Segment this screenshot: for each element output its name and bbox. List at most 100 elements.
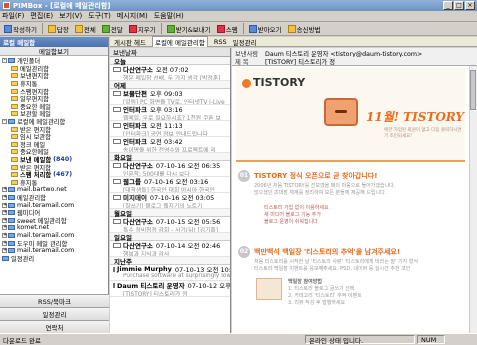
folder-item[interactable]: 임시 보관함: [0, 133, 108, 141]
message-row[interactable]: 보물단편 오후 09:03 [알림] PC 화면을 TV로, 인터넷TV i-Liv…: [110, 89, 230, 105]
folder-item[interactable]: 받은 편지함: [0, 125, 108, 133]
subject-label: 제 목: [235, 58, 249, 66]
folder-item[interactable]: + sweet 메일관리함: [0, 216, 108, 224]
collapse-icon[interactable]: -: [2, 58, 7, 64]
folder-item[interactable]: 일정관리: [0, 254, 108, 262]
message-row[interactable]: 인터파크 오전 11:13 [인터파크] 공연 정보 안내드립니다: [110, 121, 230, 137]
section-1-number: 01: [238, 170, 250, 182]
scrollbar-thumb[interactable]: [470, 70, 476, 110]
folder-item[interactable]: 일부편지함: [0, 95, 108, 103]
tab-schedule[interactable]: 일정관리: [233, 37, 257, 47]
folder-item[interactable]: 받은 편지함: [0, 163, 108, 171]
message-preview: [TISTORY] 티스토리가 정: [123, 292, 188, 296]
folder-label: 중요한메일: [20, 149, 49, 156]
folder-label: 휴지통: [20, 179, 38, 187]
folder-label: 휴지통: [20, 81, 38, 88]
folder-item[interactable]: + mail.teramail.com: [0, 201, 108, 209]
contacts-button[interactable]: 연락처: [0, 320, 109, 333]
folder-item[interactable]: + komet.net: [0, 224, 108, 232]
compose-button[interactable]: 작성하기: [2, 23, 39, 35]
message-row[interactable]: 다산연구소 오전 07:02 행운 메일함 선배. 두 가지 생각 [박정훈]: [110, 65, 230, 81]
menu-message[interactable]: 메시지(M): [117, 11, 148, 21]
folder-item[interactable]: 휴지통: [0, 179, 108, 187]
tab-board[interactable]: 게시판 헤드: [114, 37, 146, 47]
section-2-item: 2. 카테고리 '티스토리' 추억 이벤트: [288, 293, 362, 299]
folder-view-label[interactable]: 메일함보기: [0, 47, 108, 56]
menu-file[interactable]: 파일(F): [2, 11, 24, 21]
expand-icon[interactable]: +: [2, 225, 7, 231]
message-row[interactable]: 다산연구소 07-10-14 오전 02:46 행복과 지식과 감사: [110, 241, 230, 257]
reply-all-label: 전체: [83, 25, 96, 34]
send-settings-button[interactable]: 송신방법: [286, 23, 323, 35]
reply-all-button[interactable]: 전체: [73, 23, 98, 35]
message-row[interactable]: Daum 티스토리 운영자 07-10-12 오후 [TISTORY] 티스토리가 …: [110, 281, 230, 297]
maximize-button[interactable]: □: [454, 1, 464, 10]
reading-scrollbar[interactable]: [469, 66, 477, 333]
folder-item[interactable]: 스팸 처리함 (467): [0, 171, 108, 179]
message-row[interactable]: 인터파크 오전 03:42 송이명을 위한 전영수와 프로젝트에 리: [110, 137, 230, 153]
folder-item[interactable]: + 도우미 메일 관리함: [0, 239, 108, 247]
tab-local-mail[interactable]: 로컬에 메일관리함: [151, 36, 208, 47]
folder-item[interactable]: + mail.teramail.com: [0, 232, 108, 240]
message-preview: 인문학: 500대를 다시 보다: [123, 172, 190, 176]
send-receive-button[interactable]: 받기&보내기: [165, 23, 213, 35]
folder-item[interactable]: + mail.bartwo.net: [0, 186, 108, 194]
folder-label: 중요한 메일: [20, 103, 51, 111]
folder-icon: [11, 179, 18, 185]
message-row[interactable]: 인터파크 오후 03:16 웹메일, 우로 필요하시죠? 1천원 쿠폰 보: [110, 105, 230, 121]
section-2-line: 처음 티스토리를 시작한 날 '티스토리 사랑' '티스토리에게 바라는 말' …: [254, 259, 418, 265]
schedule-button[interactable]: 일정관리: [0, 307, 109, 320]
menu-help[interactable]: 도움말(H): [154, 11, 184, 21]
section-2: 02 백만백석 백일장 '티스토리의 추억'을 남겨주세요! 처음 티스토리를 …: [236, 246, 465, 332]
folder-item[interactable]: + 메일관리함: [0, 194, 108, 201]
folder-label: 스팸 처리함: [20, 172, 52, 179]
list-column-header[interactable]: 보낸날짜: [110, 48, 230, 57]
folder-item[interactable]: 보낸 메일함 (840): [0, 156, 108, 163]
message-row[interactable]: 웹그룹 07-10-16 오전 03:16 [대학생들] 한국인 대회 아시아 한국…: [110, 177, 230, 193]
expand-icon[interactable]: +: [2, 187, 7, 193]
expand-icon[interactable]: +: [2, 210, 7, 216]
menu-edit[interactable]: 편집(E): [30, 11, 53, 21]
folder-item[interactable]: 메일관리함: [0, 65, 108, 72]
message-row[interactable]: 미지데이 07-10-16 오전 03:05 [잘쓰기] 블로그 웹지기의 노트기: [110, 193, 230, 209]
folder-item[interactable]: + 웹미디어: [0, 209, 108, 216]
folder-item[interactable]: 정크 메일: [0, 141, 108, 148]
expand-icon[interactable]: +: [2, 232, 7, 238]
menu-view[interactable]: 보기(V): [59, 11, 82, 21]
receive-button[interactable]: 받아오기: [247, 23, 284, 35]
newsletter-subtext: 매한 가입된 회원이 없고 다음 클릭하시면 기 조인되세요!: [384, 128, 462, 139]
expand-icon[interactable]: +: [2, 248, 7, 254]
section-2-line: 티스토리 백일장 이벤트를 응모해주세요. PSD, 네이버 등 실시간 추천 …: [254, 266, 411, 272]
message-row[interactable]: Jimmie Murphy07-10-13 오전 10:57Purchase s…: [110, 265, 230, 281]
folder-item[interactable]: 중요한메일: [0, 148, 108, 156]
delete-button[interactable]: 지우기: [127, 23, 158, 35]
expand-icon[interactable]: +: [2, 202, 7, 208]
folder-label: 받은 편지함: [20, 164, 51, 171]
folder-item[interactable]: - 로컬에 메일관리함: [0, 118, 108, 125]
rss-bookmark-button[interactable]: RSS/북마크: [0, 294, 109, 307]
close-button[interactable]: ×: [465, 1, 475, 10]
message-row[interactable]: 다산연구소 07-10-15 오전 05:56 특수 정비청정 감회 - 사기(뒤)…: [110, 217, 230, 233]
spam-button[interactable]: 스팸: [215, 23, 240, 35]
folder-item[interactable]: - 개인폴더: [0, 57, 108, 65]
expand-icon[interactable]: +: [2, 217, 7, 223]
folder-item[interactable]: 스팸편지함: [0, 87, 108, 95]
folder-item[interactable]: 보관할 메일: [0, 110, 108, 118]
folder-item[interactable]: + mail.teramail.com: [0, 247, 108, 255]
tab-rss[interactable]: RSS: [214, 38, 227, 46]
folder-item[interactable]: 중요한 메일: [0, 103, 108, 111]
expand-icon[interactable]: +: [2, 194, 7, 200]
menu-tools[interactable]: 도구(T): [88, 11, 111, 21]
reply-all-icon: [74, 24, 83, 33]
folder-item[interactable]: 보낸편지함: [0, 72, 108, 80]
message-row[interactable]: 다산연구소 07-10-16 오전 06:35 인문학: 500대를 다시 보다: [110, 161, 230, 177]
collapse-icon[interactable]: -: [2, 119, 7, 125]
expand-icon[interactable]: +: [2, 240, 7, 246]
folder-item[interactable]: 휴지통: [0, 80, 108, 88]
toolbar: 작성하기 답장 전체 전달 지우기 받기&보내기 스팸 받아오기 송신방법: [0, 22, 477, 36]
folder-icon: [11, 96, 18, 102]
reply-button[interactable]: 답장: [46, 23, 71, 35]
minimize-button[interactable]: _: [443, 1, 453, 10]
forward-button[interactable]: 전달: [100, 23, 125, 35]
title-bar: PIMBox - [로컬에 메일관리함] _ □ ×: [0, 0, 477, 11]
